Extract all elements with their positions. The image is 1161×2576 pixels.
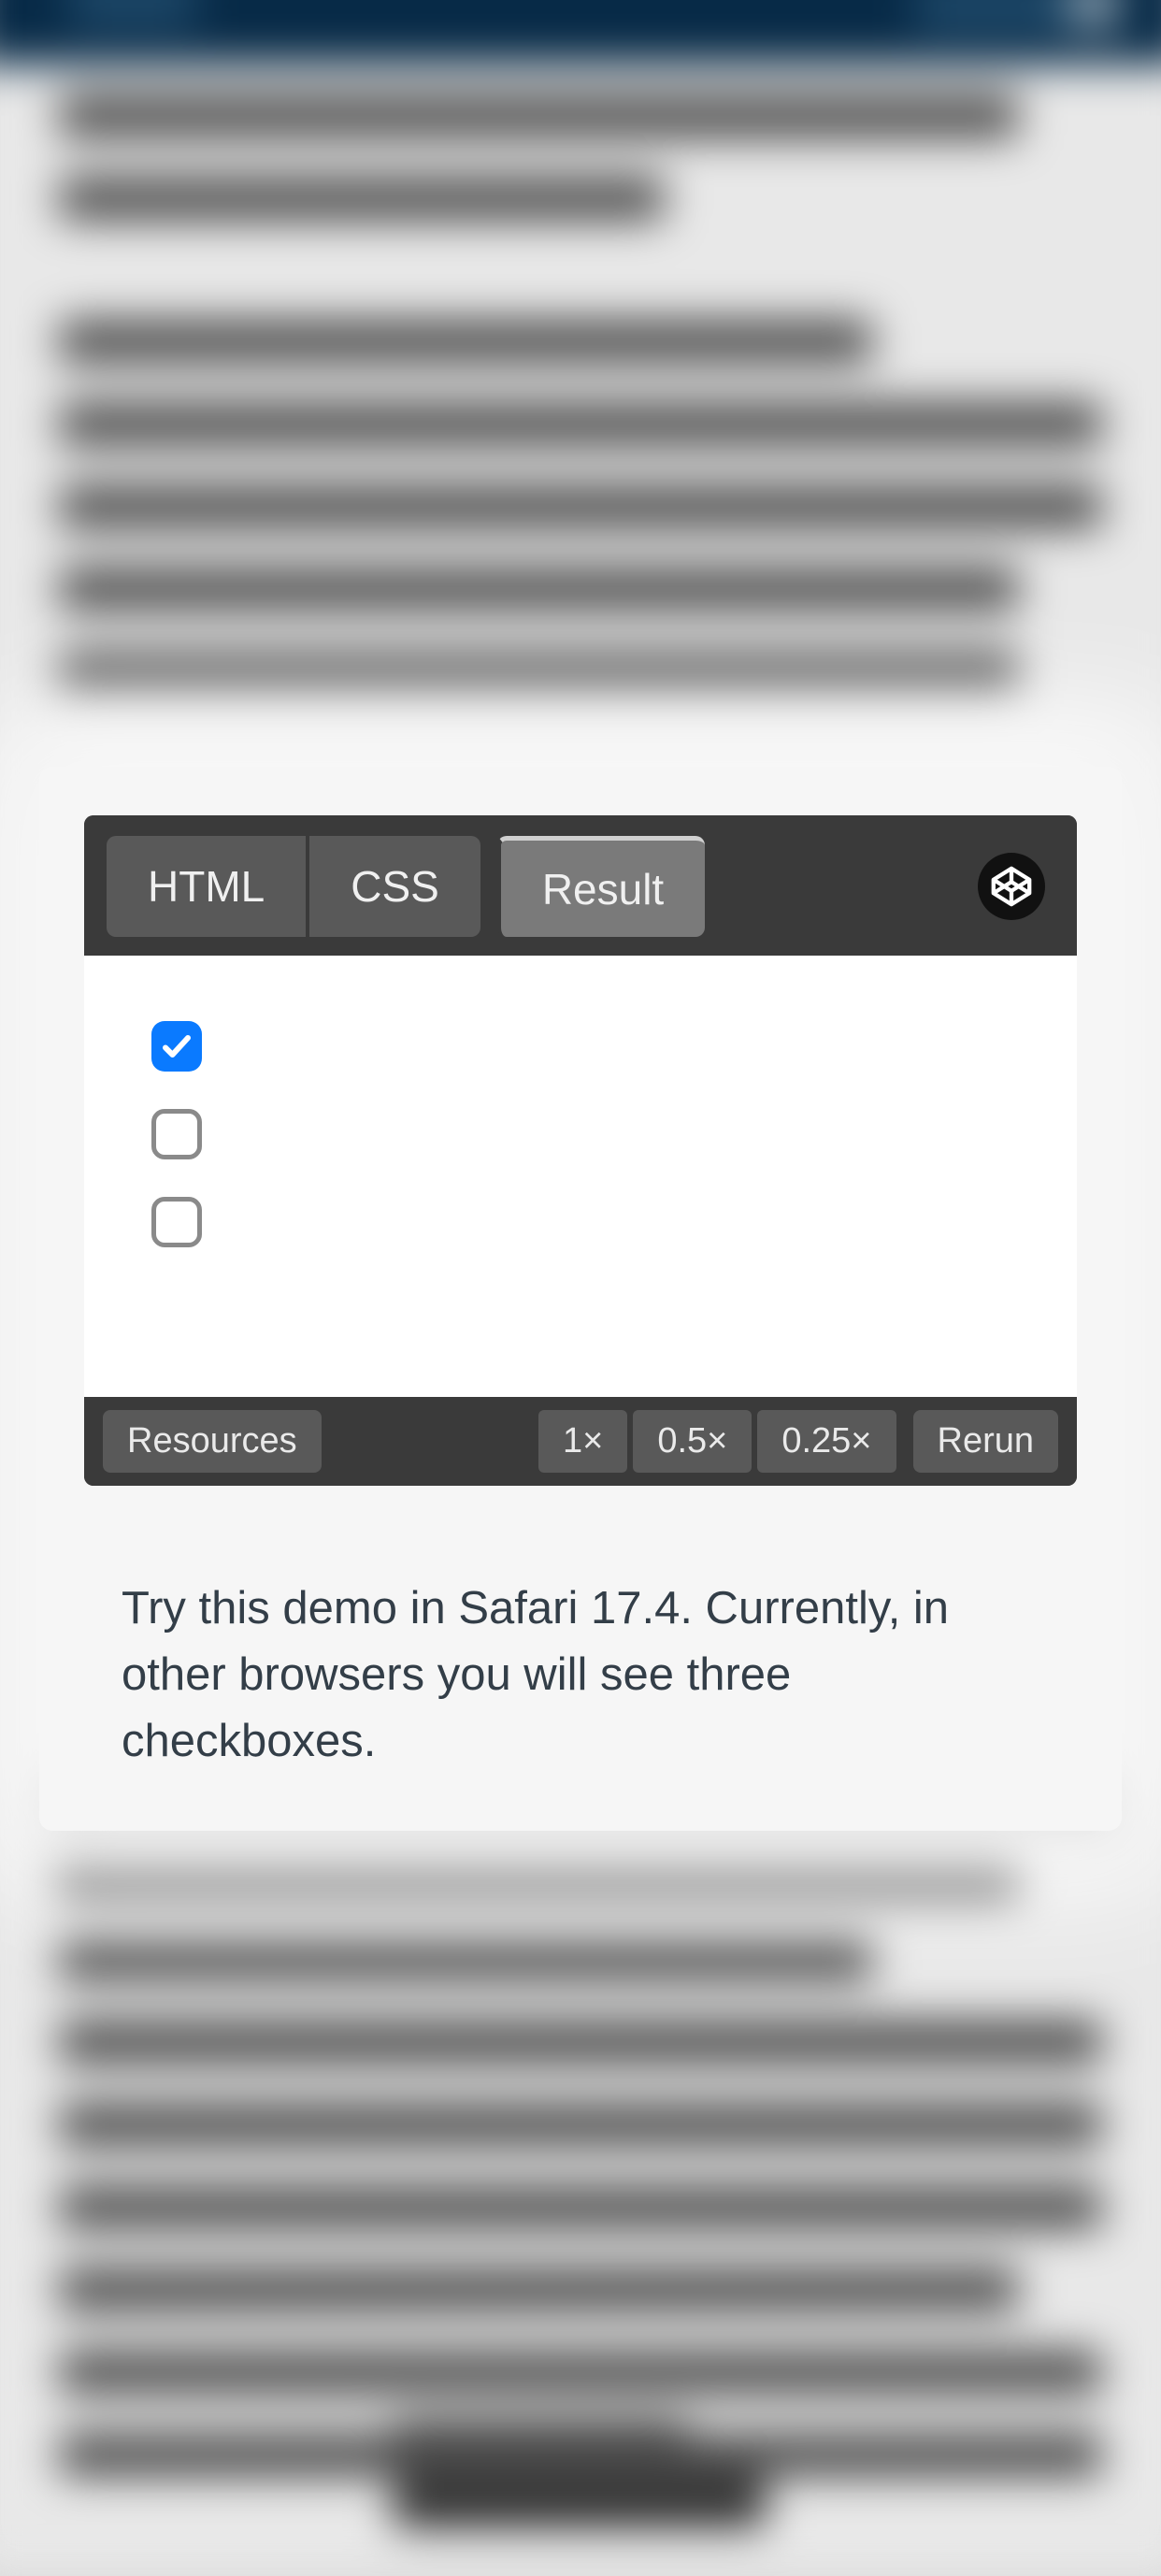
checkbox-unchecked[interactable] — [151, 1197, 202, 1247]
codepen-embed: HTML CSS Result — [84, 815, 1077, 1486]
bg-header — [0, 0, 1161, 65]
zoom-025x-button[interactable]: 0.25× — [757, 1410, 896, 1473]
checkbox-checked[interactable] — [151, 1021, 202, 1072]
zoom-05x-button[interactable]: 0.5× — [633, 1410, 752, 1473]
codepen-tab-bar: HTML CSS Result — [84, 815, 1077, 956]
demo-caption: Try this demo in Safari 17.4. Currently,… — [84, 1576, 1077, 1775]
zoom-group: 1× 0.5× 0.25× — [538, 1410, 896, 1473]
tab-result[interactable]: Result — [497, 836, 705, 937]
codepen-result-pane — [84, 956, 1077, 1397]
bg-paragraph — [59, 320, 1101, 732]
demo-modal: HTML CSS Result — [39, 767, 1122, 1831]
bg-paragraph — [59, 1773, 1101, 2515]
codepen-logo-icon[interactable] — [978, 853, 1045, 920]
checkbox-unchecked[interactable] — [151, 1109, 202, 1159]
rerun-button[interactable]: Rerun — [913, 1410, 1059, 1473]
codepen-footer: Resources 1× 0.5× 0.25× Rerun — [84, 1397, 1077, 1486]
tab-html[interactable]: HTML — [107, 836, 306, 937]
zoom-1x-button[interactable]: 1× — [538, 1410, 627, 1473]
bg-paragraph — [59, 94, 1101, 259]
tab-css[interactable]: CSS — [306, 836, 480, 937]
resources-button[interactable]: Resources — [103, 1410, 322, 1473]
